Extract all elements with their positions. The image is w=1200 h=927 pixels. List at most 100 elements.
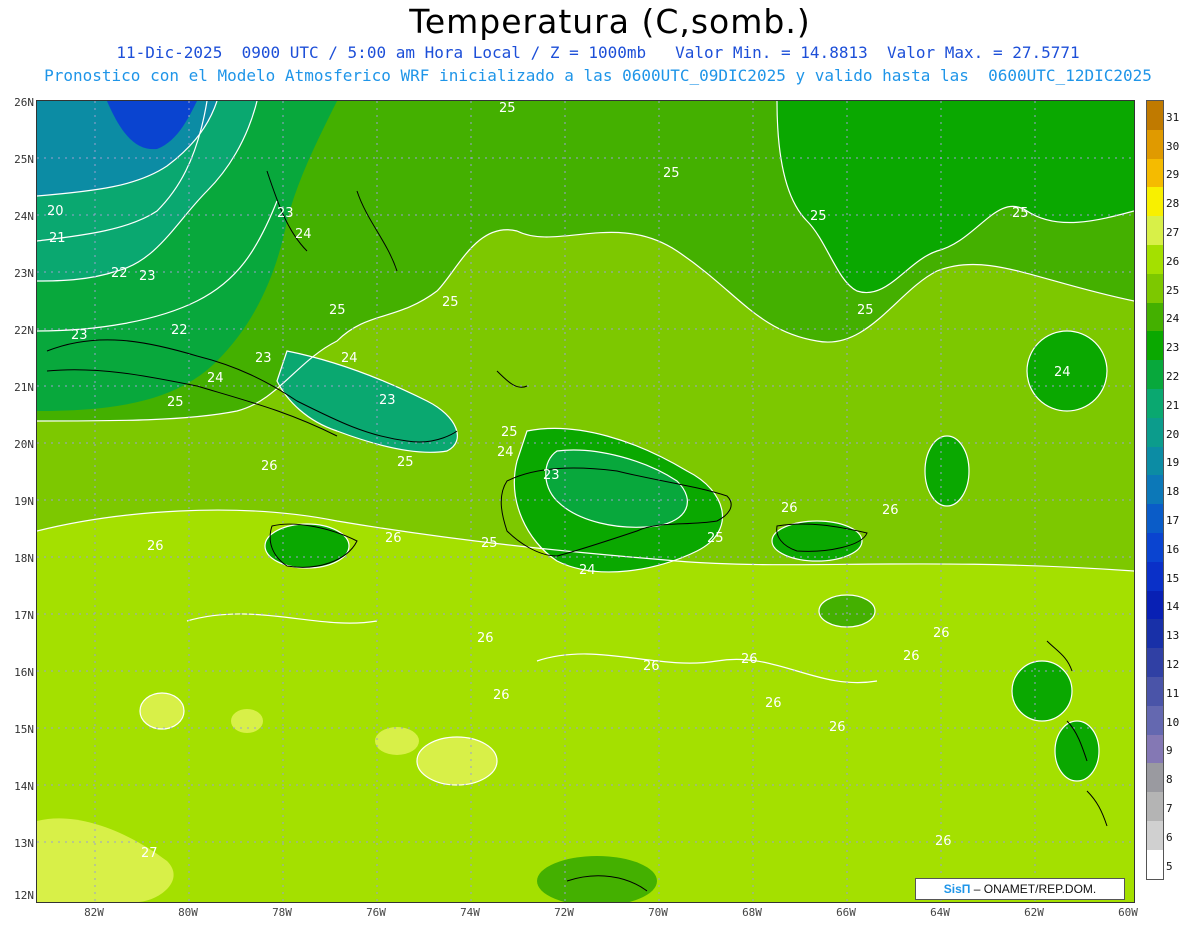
contour-label: 22	[171, 323, 188, 338]
contour-label: 23	[71, 328, 88, 343]
credit-text: – ONAMET/REP.DOM.	[970, 882, 1097, 896]
colorbar-label: 19	[1166, 456, 1180, 470]
colorbar-label: 17	[1166, 514, 1180, 527]
colorbar-swatch	[1147, 187, 1163, 217]
lon-label: 70W	[648, 906, 668, 919]
lat-label: 22N	[14, 324, 34, 337]
colorbar	[1146, 100, 1164, 880]
colorbar-label: 24	[1166, 312, 1180, 326]
contour-label: 23	[543, 468, 560, 483]
colorbar-label: 30	[1166, 139, 1180, 153]
contour-label: 24	[579, 563, 596, 578]
colorbar-label: 8	[1166, 773, 1173, 787]
colorbar-swatch	[1147, 648, 1163, 677]
colorbar-label: 16	[1166, 542, 1180, 556]
contour-label: 24	[207, 371, 224, 386]
lat-label: 18N	[14, 552, 34, 565]
contour-label: 23	[379, 393, 396, 408]
colorbar-swatch	[1147, 705, 1163, 735]
colorbar-label: 18	[1166, 485, 1180, 499]
contour-label: 25	[707, 531, 724, 546]
colorbar-label: 25	[1166, 283, 1180, 297]
lat-label: 24N	[14, 210, 34, 223]
contour-label-layer: 25 25 25 25 25 25 25 25 25 25 25 25 24 2…	[37, 101, 1134, 902]
lat-label: 20N	[14, 438, 34, 451]
contour-label: 26	[829, 720, 846, 735]
colorbar-label: 20	[1166, 427, 1180, 441]
contour-label: 25	[501, 425, 518, 440]
credit-box: SisΠ – ONAMET/REP.DOM.	[915, 878, 1125, 900]
colorbar-label: 10	[1166, 715, 1180, 729]
colorbar-label: 5	[1166, 859, 1173, 873]
contour-label: 26	[882, 503, 899, 518]
lon-label: 80W	[178, 906, 198, 919]
colorbar-label: 12	[1166, 658, 1180, 671]
colorbar-swatch	[1147, 417, 1163, 447]
lat-label: 15N	[14, 723, 34, 736]
contour-label: 26	[933, 626, 950, 641]
colorbar-label: 23	[1166, 341, 1180, 355]
lat-label: 21N	[14, 381, 34, 394]
lat-label: 19N	[14, 495, 34, 508]
colorbar-swatch	[1147, 331, 1163, 361]
contour-label: 23	[255, 351, 272, 366]
contour-label: 26	[741, 652, 758, 667]
lon-label: 66W	[836, 906, 856, 919]
colorbar-label: 7	[1166, 802, 1173, 815]
lon-label: 62W	[1024, 906, 1044, 919]
contour-label: 26	[935, 834, 952, 849]
colorbar-swatch	[1147, 734, 1163, 764]
lat-label: 14N	[14, 780, 34, 793]
brand-logo-text: SisΠ	[943, 882, 971, 896]
map-subtitle-model: Pronostico con el Modelo Atmosferico WRF…	[44, 66, 1152, 85]
colorbar-label: 14	[1166, 600, 1180, 614]
contour-label: 25	[810, 209, 827, 224]
colorbar-swatch	[1147, 792, 1163, 821]
temperature-map: 25 25 25 25 25 25 25 25 25 25 25 25 24 2…	[36, 100, 1135, 903]
contour-label: 24	[1054, 365, 1071, 380]
colorbar-label: 9	[1166, 744, 1173, 758]
lat-label: 12N	[14, 889, 34, 902]
colorbar-swatch	[1147, 561, 1163, 591]
contour-label: 23	[277, 206, 294, 221]
contour-label: 25	[499, 101, 516, 116]
colorbar-swatch	[1147, 446, 1163, 476]
contour-label: 24	[497, 445, 514, 460]
lon-label: 78W	[272, 906, 292, 919]
colorbar-label: 29	[1166, 168, 1180, 182]
colorbar-label: 11	[1166, 686, 1180, 700]
colorbar-label: 6	[1166, 830, 1173, 844]
colorbar-label: 13	[1166, 629, 1180, 643]
contour-label: 25	[167, 395, 184, 410]
colorbar-swatch	[1147, 360, 1163, 389]
colorbar-swatch	[1147, 619, 1163, 649]
colorbar-label: 28	[1166, 197, 1180, 211]
contour-label: 21	[49, 231, 66, 246]
map-subtitle-validity: 11-Dic-2025 0900 UTC / 5:00 am Hora Loca…	[116, 43, 1080, 62]
colorbar-swatch	[1147, 101, 1163, 130]
lat-label: 25N	[14, 153, 34, 166]
contour-label: 23	[139, 269, 156, 284]
colorbar-swatch	[1147, 676, 1163, 706]
contour-label: 25	[329, 303, 346, 318]
contour-label: 22	[111, 266, 128, 281]
contour-label: 24	[341, 351, 358, 366]
colorbar-swatch	[1147, 273, 1163, 303]
colorbar-swatch	[1147, 504, 1163, 533]
colorbar-swatch	[1147, 244, 1163, 274]
colorbar-swatch	[1147, 763, 1163, 793]
lon-label: 68W	[742, 906, 762, 919]
lat-label: 16N	[14, 666, 34, 679]
contour-label: 26	[643, 659, 660, 674]
lat-label: 26N	[14, 96, 34, 109]
contour-label: 26	[903, 649, 920, 664]
contour-label: 26	[147, 539, 164, 554]
colorbar-swatch	[1147, 590, 1163, 620]
colorbar-label: 31	[1166, 110, 1180, 124]
lon-label: 64W	[930, 906, 950, 919]
colorbar-swatch	[1147, 475, 1163, 505]
contour-label: 26	[385, 531, 402, 546]
lat-label: 13N	[14, 837, 34, 850]
colorbar-label: 27	[1166, 226, 1180, 239]
colorbar-swatch	[1147, 532, 1163, 562]
